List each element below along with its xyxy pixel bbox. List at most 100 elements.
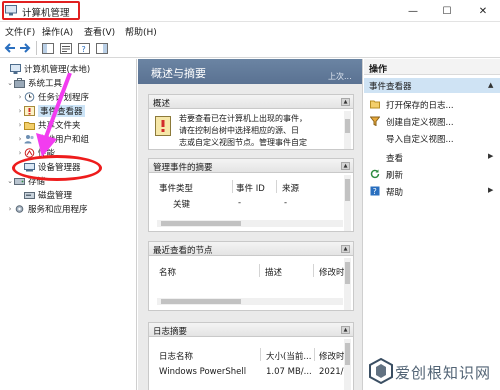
collapsed-chevron-icon: › bbox=[18, 134, 22, 143]
action-help[interactable]: ? 帮助 ▶ bbox=[364, 183, 500, 199]
column-header-description[interactable]: 描述 bbox=[265, 266, 282, 278]
menu-help[interactable]: 帮助(H) bbox=[125, 25, 157, 38]
actions-section-label: 事件查看器 bbox=[369, 82, 412, 92]
pane-header: 概述与摘要 上次... bbox=[138, 59, 362, 84]
column-header-modified[interactable]: 修改时 bbox=[319, 266, 345, 278]
toolbox-icon bbox=[14, 77, 25, 88]
menu-view[interactable]: 查看(V) bbox=[84, 25, 115, 38]
magenta-pointer-arrow bbox=[36, 73, 72, 157]
toolbar-separator bbox=[36, 41, 37, 55]
disk-icon bbox=[24, 191, 35, 199]
column-header-source[interactable]: 来源 bbox=[282, 182, 299, 194]
collapse-toggle-icon[interactable]: ▲ bbox=[341, 162, 350, 170]
tree-label: 磁盘管理 bbox=[38, 190, 73, 201]
row-cell-id: - bbox=[238, 198, 242, 208]
action-label: 创建自定义视图... bbox=[386, 118, 454, 128]
svg-text:?: ? bbox=[373, 187, 377, 196]
column-header-size[interactable]: 大小(当前... bbox=[266, 350, 311, 362]
results-pane: 概述与摘要 上次... 概述 ▲ 若要查看已在计算机上出现的事件， 请在控制台树… bbox=[138, 59, 363, 390]
title-highlight-box bbox=[2, 1, 80, 20]
tree-item-disk-management[interactable]: 磁盘管理 bbox=[16, 188, 72, 201]
column-header-modified[interactable]: 修改时 bbox=[319, 350, 345, 362]
admin-events-section: 管理事件的摘要 ▲ 事件类型 事件 ID 来源 关键 - - bbox=[148, 158, 354, 232]
refresh-icon bbox=[370, 169, 380, 179]
action-refresh[interactable]: 刷新 bbox=[364, 166, 500, 182]
horizontal-scrollbar[interactable] bbox=[157, 220, 343, 227]
expanded-chevron-icon: ⌄ bbox=[7, 176, 13, 185]
column-header-log-name[interactable]: 日志名称 bbox=[159, 350, 193, 362]
section-header[interactable]: 最近查看的节点 ▲ bbox=[149, 242, 353, 256]
console-tree: 计算机管理(本地) ⌄ 系统工具 › 任务计划程序 › 事件查看器 › 共享文件… bbox=[0, 59, 137, 390]
vertical-scrollbar[interactable] bbox=[344, 175, 351, 231]
collapse-arrow-icon[interactable]: ▲ bbox=[488, 81, 493, 89]
actions-section-event-viewer[interactable]: 事件查看器 ▲ bbox=[364, 78, 500, 93]
action-label: 帮助 bbox=[386, 188, 404, 198]
storage-icon bbox=[14, 177, 25, 185]
help-toolbar-button[interactable]: ? bbox=[77, 41, 91, 55]
folder-open-icon bbox=[370, 100, 380, 109]
collapsed-chevron-icon: › bbox=[18, 92, 22, 101]
vertical-scrollbar[interactable] bbox=[344, 339, 351, 390]
show-hide-button[interactable] bbox=[95, 41, 109, 55]
column-header-event-id[interactable]: 事件 ID bbox=[236, 182, 265, 194]
collapsed-chevron-icon: › bbox=[18, 120, 22, 129]
section-header[interactable]: 管理事件的摘要 ▲ bbox=[149, 159, 353, 173]
overview-scrollbar[interactable] bbox=[344, 111, 351, 149]
collapse-toggle-icon[interactable]: ▲ bbox=[341, 245, 350, 253]
forward-button[interactable] bbox=[18, 41, 32, 55]
column-header-name[interactable]: 名称 bbox=[159, 266, 176, 278]
column-separator bbox=[232, 180, 233, 193]
column-separator bbox=[314, 348, 315, 361]
last-refreshed-link[interactable]: 上次... bbox=[328, 71, 352, 82]
scrollbar-thumb[interactable] bbox=[345, 119, 350, 133]
action-import-custom-view[interactable]: 导入自定义视图... bbox=[364, 130, 500, 146]
title-bar: 计算机管理 — ☐ ✕ bbox=[0, 0, 500, 22]
filter-icon bbox=[370, 116, 380, 126]
section-header[interactable]: 概述 ▲ bbox=[149, 95, 353, 109]
help-icon: ? bbox=[370, 186, 380, 196]
action-open-saved-log[interactable]: 打开保存的日志... bbox=[364, 96, 500, 112]
action-label: 打开保存的日志... bbox=[386, 101, 454, 111]
scrollbar-thumb[interactable] bbox=[345, 262, 350, 284]
column-separator bbox=[259, 264, 260, 277]
properties-button[interactable] bbox=[59, 41, 73, 55]
column-separator bbox=[260, 348, 261, 361]
action-view[interactable]: 查看 ▶ bbox=[364, 149, 500, 165]
close-button[interactable]: ✕ bbox=[466, 0, 500, 22]
column-header-event-type[interactable]: 事件类型 bbox=[159, 182, 193, 194]
horizontal-scrollbar[interactable] bbox=[157, 298, 343, 305]
menu-action[interactable]: 操作(A) bbox=[42, 25, 73, 38]
collapsed-chevron-icon: › bbox=[8, 204, 12, 213]
collapsed-chevron-icon: › bbox=[18, 106, 22, 115]
back-button[interactable] bbox=[3, 41, 17, 55]
scrollbar-thumb[interactable] bbox=[345, 179, 350, 201]
toolbar: ? bbox=[0, 38, 500, 58]
minimize-button[interactable]: — bbox=[396, 0, 430, 22]
back-arrow-icon bbox=[4, 43, 15, 53]
action-label: 查看 bbox=[386, 154, 404, 164]
menu-bar: 文件(F) 操作(A) 查看(V) 帮助(H) bbox=[0, 22, 500, 38]
row-cell-size: 1.07 MB/... bbox=[266, 367, 312, 377]
row-cell-modified: 2021/ bbox=[319, 367, 344, 377]
tree-label: 服务和应用程序 bbox=[28, 204, 88, 215]
maximize-button[interactable]: ☐ bbox=[430, 0, 464, 22]
forward-arrow-icon bbox=[20, 43, 31, 53]
vertical-scrollbar[interactable] bbox=[344, 258, 351, 310]
section-header[interactable]: 日志摘要 ▲ bbox=[149, 323, 353, 337]
scrollbar-thumb[interactable] bbox=[345, 343, 350, 365]
actions-header: 操作 bbox=[364, 59, 500, 75]
console-tree-button[interactable] bbox=[41, 41, 55, 55]
tree-item-services[interactable]: › 服务和应用程序 bbox=[6, 202, 88, 215]
action-create-custom-view[interactable]: 创建自定义视图... bbox=[364, 113, 500, 129]
scrollbar-thumb[interactable] bbox=[161, 221, 241, 226]
scrollbar-thumb[interactable] bbox=[161, 299, 241, 304]
column-separator bbox=[276, 180, 277, 193]
overview-line: 若要查看已在计算机上出现的事件， bbox=[179, 114, 307, 123]
log-summary-section: 日志摘要 ▲ 日志名称 大小(当前... 修改时 Windows PowerSh… bbox=[148, 322, 354, 390]
submenu-arrow-icon: ▶ bbox=[488, 186, 494, 194]
collapse-toggle-icon[interactable]: ▲ bbox=[341, 98, 350, 106]
collapse-toggle-icon[interactable]: ▲ bbox=[341, 326, 350, 334]
help-question-icon: ? bbox=[78, 42, 90, 54]
expanded-chevron-icon: ⌄ bbox=[7, 78, 13, 87]
menu-file[interactable]: 文件(F) bbox=[5, 25, 35, 38]
